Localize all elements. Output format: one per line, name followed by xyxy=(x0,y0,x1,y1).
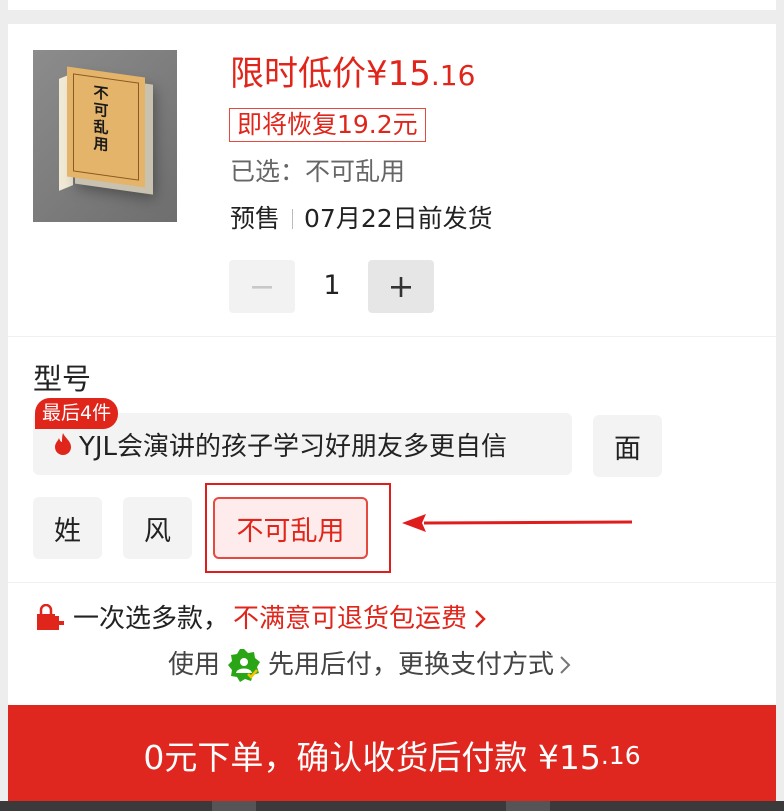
order-label: 0元下单，确认收货后付款 ¥15 xyxy=(143,738,601,777)
divider xyxy=(8,582,776,583)
last-few-badge: 最后4件 xyxy=(35,398,119,429)
pay-suffix: 先用后付，更换支付方式 xyxy=(268,650,555,680)
annotation-highlight-box xyxy=(205,483,391,573)
quantity-minus-button[interactable] xyxy=(229,260,295,313)
presale-label: 预售 xyxy=(230,204,281,233)
quantity-plus-button[interactable] xyxy=(368,260,434,313)
spec-option-label: 风 xyxy=(144,515,171,547)
sku-sheet: 不可乱用 限时低价¥15.16 即将恢复19.2元 已选：不可乱用 预售 07月… xyxy=(8,24,776,811)
spec-option-feng[interactable]: 风 xyxy=(123,497,192,559)
spec-option-label: 面 xyxy=(614,433,641,465)
spec-option-mian[interactable]: 面 xyxy=(593,415,662,477)
arrow-annotation xyxy=(402,514,632,532)
order-price-decimals: .16 xyxy=(600,740,641,770)
taskbar xyxy=(0,801,784,811)
credit-pay-icon xyxy=(228,649,261,682)
chevron-right-icon xyxy=(475,610,486,628)
price-decimals: .16 xyxy=(430,59,476,92)
quantity-value[interactable]: 1 xyxy=(300,266,364,306)
pay-prefix: 使用 xyxy=(168,650,221,680)
price-label: 限时低价¥15 xyxy=(230,54,431,94)
price-line: 限时低价¥15.16 xyxy=(230,54,475,96)
product-image: 不可乱用 xyxy=(33,50,177,222)
minus-icon xyxy=(252,285,272,289)
selected-summary: 已选：不可乱用 xyxy=(230,157,406,186)
divider xyxy=(292,209,294,229)
pay-method-line[interactable]: 使用 先用后付，更换支付方式 xyxy=(168,645,572,685)
flame-icon xyxy=(55,433,71,455)
book-cover: 不可乱用 xyxy=(67,66,145,188)
presale-line: 预售 07月22日前发货 xyxy=(230,202,493,236)
spec-section-title: 型号 xyxy=(33,362,92,396)
spec-option-xing[interactable]: 姓 xyxy=(33,497,102,559)
restore-price-badge: 即将恢复19.2元 xyxy=(229,108,426,142)
spec-option-label: 姓 xyxy=(54,515,81,547)
plus-icon xyxy=(391,276,411,297)
place-order-button[interactable]: 0元下单，确认收货后付款 ¥15.16 xyxy=(8,705,776,805)
ship-date: 07月22日前发货 xyxy=(304,204,493,233)
divider xyxy=(8,336,776,337)
spec-option-label: YJL会演讲的孩子学习好朋友多更自信 xyxy=(79,431,508,462)
chevron-right-icon xyxy=(560,656,571,674)
book-cover-title: 不可乱用 xyxy=(93,83,109,155)
top-strip xyxy=(8,0,776,10)
